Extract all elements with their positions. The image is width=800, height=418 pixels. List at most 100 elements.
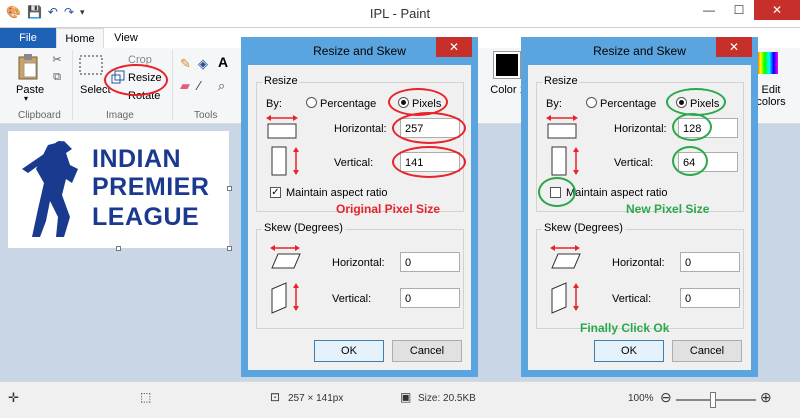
- cancel-button[interactable]: Cancel: [672, 340, 742, 362]
- horizontal-label: Horizontal:: [334, 123, 387, 135]
- vertical-highlight-circle: [392, 146, 466, 178]
- magnifier-icon[interactable]: ⌕: [218, 78, 225, 94]
- tools-group-label: Tools: [194, 110, 218, 121]
- percentage-radio[interactable]: [306, 97, 317, 108]
- dialog-close-icon[interactable]: ✕: [436, 37, 472, 57]
- canvas-resize-handle[interactable]: [227, 186, 232, 191]
- tab-home[interactable]: Home: [56, 28, 104, 48]
- logo-line-indian: INDIAN: [92, 145, 182, 173]
- horizontal-highlight-circle: [672, 113, 712, 141]
- skew-horizontal-label: Horizontal:: [332, 257, 385, 269]
- horizontal-highlight-circle: [392, 112, 466, 144]
- skew-vertical-label: Vertical:: [332, 293, 372, 305]
- by-label: By:: [546, 98, 562, 110]
- ribbon-separator: [72, 50, 73, 120]
- file-size: Size: 20.5KB: [418, 393, 476, 404]
- selection-icon: ⬚: [140, 390, 152, 404]
- canvas-resize-handle[interactable]: [116, 246, 121, 251]
- window-controls: — ☐ ✕: [694, 0, 800, 20]
- skew-vertical-input[interactable]: 0: [400, 288, 460, 308]
- paste-icon[interactable]: [14, 52, 42, 82]
- horizontal-resize-icon: [546, 115, 578, 139]
- paste-dropdown-icon[interactable]: ▾: [24, 94, 28, 103]
- dialog-title: Resize and Skew ✕: [241, 37, 478, 65]
- minimize-icon[interactable]: —: [694, 0, 724, 20]
- edit-colors-icon[interactable]: [756, 52, 778, 74]
- tab-view[interactable]: View: [108, 28, 144, 48]
- click-ok-annotation: Finally Click Ok: [580, 321, 670, 335]
- skew-legend: Skew (Degrees): [262, 222, 345, 234]
- vertical-resize-icon: [271, 146, 299, 176]
- cancel-button[interactable]: Cancel: [392, 340, 462, 362]
- resize-dialog-original: Resize and Skew ✕ Resize By: Percentage …: [241, 37, 478, 377]
- vertical-label: Vertical:: [614, 157, 654, 169]
- window-title: IPL - Paint: [369, 6, 431, 21]
- logo-line-premier: PREMIER: [92, 173, 210, 201]
- color-picker-icon[interactable]: ⁄: [198, 78, 200, 93]
- dimensions-icon: ⊡: [270, 390, 281, 404]
- cut-icon[interactable]: ✂: [50, 52, 64, 66]
- canvas-resize-handle[interactable]: [227, 246, 232, 251]
- new-size-annotation: New Pixel Size: [626, 202, 710, 216]
- dialog-title: Resize and Skew ✕: [521, 37, 758, 65]
- horizontal-label: Horizontal:: [614, 123, 667, 135]
- skew-horizontal-icon: [550, 245, 581, 269]
- checkbox-highlight-circle: [538, 177, 576, 207]
- percentage-radio[interactable]: [586, 97, 597, 108]
- eraser-icon[interactable]: ▰: [180, 78, 190, 94]
- skew-vertical-input[interactable]: 0: [680, 288, 740, 308]
- zoom-out-icon[interactable]: ⊖: [660, 389, 672, 406]
- paste-button[interactable]: Paste: [16, 84, 44, 96]
- title-bar: 🎨 💾 ↶ ↷ ▾ IPL - Paint — ☐ ✕: [0, 0, 800, 28]
- zoom-slider[interactable]: [676, 399, 756, 401]
- skew-vertical-icon: [551, 282, 579, 314]
- maintain-aspect-label[interactable]: Maintain aspect ratio: [566, 187, 668, 199]
- skew-vertical-label: Vertical:: [612, 293, 652, 305]
- resize-legend: Resize: [262, 75, 300, 87]
- ribbon-separator: [172, 50, 173, 120]
- ipl-batsman-logo: [22, 141, 78, 237]
- pixels-highlight-circle: [666, 88, 726, 116]
- skew-legend: Skew (Degrees): [542, 222, 625, 234]
- pencil-icon[interactable]: ✎: [180, 56, 191, 72]
- vertical-label: Vertical:: [334, 157, 374, 169]
- vertical-highlight-circle: [672, 146, 708, 176]
- text-icon[interactable]: A: [218, 54, 228, 70]
- horizontal-resize-icon: [266, 115, 298, 139]
- vertical-resize-icon: [551, 146, 579, 176]
- logo-line-league: LEAGUE: [92, 203, 200, 231]
- add-icon: ✛: [8, 390, 19, 405]
- maximize-icon[interactable]: ☐: [724, 0, 754, 20]
- color1-swatch[interactable]: [493, 51, 521, 79]
- by-label: By:: [266, 98, 282, 110]
- maintain-aspect-checkbox[interactable]: ✓: [270, 187, 281, 198]
- maintain-aspect-label[interactable]: Maintain aspect ratio: [286, 187, 388, 199]
- fill-icon[interactable]: ◈: [198, 56, 208, 72]
- percentage-label[interactable]: Percentage: [600, 98, 656, 110]
- percentage-label[interactable]: Percentage: [320, 98, 376, 110]
- resize-highlight-circle: [104, 64, 168, 96]
- skew-horizontal-input[interactable]: 0: [400, 252, 460, 272]
- resize-legend: Resize: [542, 75, 580, 87]
- status-bar: ✛ ⬚ ⊡ 257 × 141px ▣ Size: 20.5KB 100% ⊖ …: [0, 381, 800, 418]
- zoom-slider-thumb[interactable]: [710, 392, 716, 408]
- zoom-level: 100%: [628, 393, 654, 404]
- skew-horizontal-icon: [270, 245, 301, 269]
- skew-vertical-icon: [271, 282, 299, 314]
- image-group-label: Image: [106, 110, 134, 121]
- ok-button[interactable]: OK: [314, 340, 384, 362]
- image-dimensions: 257 × 141px: [288, 393, 344, 404]
- dialog-close-icon[interactable]: ✕: [716, 37, 752, 57]
- clipboard-group-label: Clipboard: [18, 110, 61, 121]
- tab-file[interactable]: File: [0, 28, 56, 48]
- image-canvas[interactable]: INDIAN PREMIER LEAGUE: [8, 131, 229, 248]
- close-window-icon[interactable]: ✕: [754, 0, 800, 20]
- zoom-in-icon[interactable]: ⊕: [760, 389, 772, 406]
- skew-horizontal-input[interactable]: 0: [680, 252, 740, 272]
- ok-button[interactable]: OK: [594, 340, 664, 362]
- copy-icon[interactable]: ⧉: [50, 70, 64, 84]
- resize-dialog-new: Resize and Skew ✕ Resize By: Percentage …: [521, 37, 758, 377]
- original-size-annotation: Original Pixel Size: [336, 202, 441, 216]
- skew-horizontal-label: Horizontal:: [612, 257, 665, 269]
- select-icon[interactable]: [78, 54, 104, 76]
